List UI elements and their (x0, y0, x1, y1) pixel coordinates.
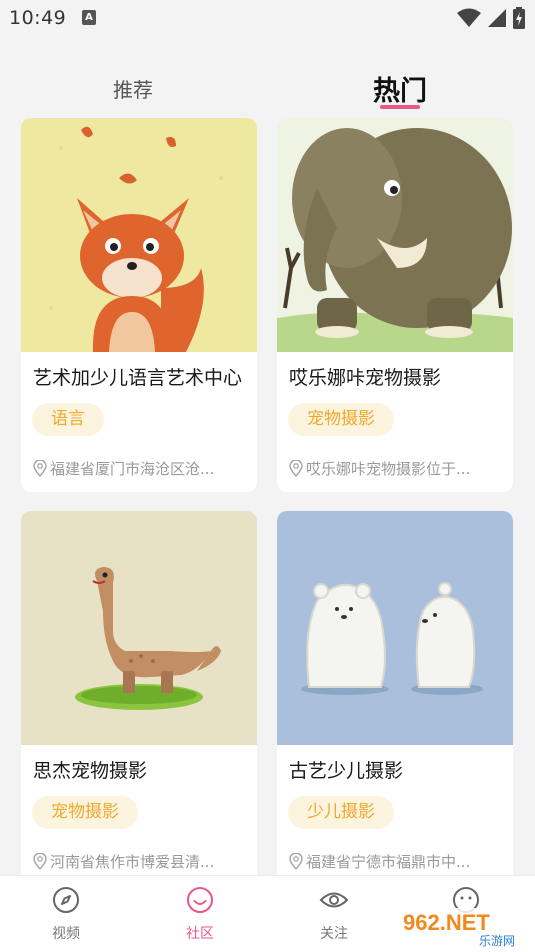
compass-icon (53, 887, 79, 913)
location-pin-icon (289, 853, 303, 870)
card-tag: 宠物摄影 (32, 796, 138, 829)
card-location: 福建省宁德市福鼎市中... (289, 851, 470, 872)
card[interactable]: 思杰宠物摄影 宠物摄影 河南省焦作市博爱县清... (21, 511, 257, 875)
card-title: 古艺少儿摄影 (289, 760, 404, 782)
eye-icon (319, 892, 349, 908)
status-bar: 10:49 A (0, 0, 535, 38)
elephant-illustration (277, 118, 513, 352)
card-location: 哎乐娜咔宠物摄影位于... (289, 458, 470, 479)
nav-label: 视频 (52, 926, 80, 942)
polar-bears-illustration (277, 511, 513, 745)
location-pin-icon (289, 460, 303, 477)
card-location: 河南省焦作市博爱县清... (33, 851, 214, 872)
location-pin-icon (33, 853, 47, 870)
card-tag: 语言 (32, 403, 104, 436)
nav-community[interactable]: 社区 (160, 886, 240, 943)
fox-illustration (21, 118, 257, 352)
card-location-text: 福建省厦门市海沧区沧... (50, 460, 215, 478)
status-icons (457, 7, 525, 29)
nav-label: 关注 (320, 926, 348, 942)
status-time: 10:49 (9, 7, 67, 29)
wifi-icon (457, 8, 481, 27)
card-tag: 少儿摄影 (288, 796, 394, 829)
card[interactable]: 古艺少儿摄影 少儿摄影 福建省宁德市福鼎市中... (277, 511, 513, 875)
notification-icon: A (82, 10, 96, 25)
active-tab-indicator (380, 105, 420, 109)
card-title: 艺术加少儿语言艺术中心 (33, 367, 243, 389)
site-watermark-logo: 962.NET 乐游网 (399, 908, 531, 948)
tab-recommend[interactable]: 推荐 (113, 74, 153, 103)
card-location: 福建省厦门市海沧区沧... (33, 458, 214, 479)
card-title: 思杰宠物摄影 (33, 760, 148, 782)
card-tag: 宠物摄影 (288, 403, 394, 436)
card[interactable]: 艺术加少儿语言艺术中心 语言 福建省厦门市海沧区沧... (21, 118, 257, 492)
top-tab-bar: 推荐 热门 (0, 38, 535, 118)
card-feed[interactable]: 艺术加少儿语言艺术中心 语言 福建省厦门市海沧区沧... 哎乐娜咔宠物摄影 宠物… (0, 118, 535, 875)
dinosaur-illustration (21, 511, 257, 745)
card-location-text: 河南省焦作市博爱县清... (50, 853, 215, 871)
card-location-text: 福建省宁德市福鼎市中... (306, 853, 471, 871)
tab-hot[interactable]: 热门 (373, 69, 427, 108)
battery-icon (513, 7, 525, 29)
card[interactable]: 哎乐娜咔宠物摄影 宠物摄影 哎乐娜咔宠物摄影位于... (277, 118, 513, 492)
card-title: 哎乐娜咔宠物摄影 (289, 367, 442, 389)
card-location-text: 哎乐娜咔宠物摄影位于... (306, 460, 471, 478)
location-pin-icon (33, 460, 47, 477)
smile-icon (187, 887, 213, 913)
watermark-subtext: 乐游网 (479, 934, 515, 948)
nav-label: 社区 (186, 926, 214, 942)
nav-follow[interactable]: 关注 (294, 886, 374, 943)
signal-icon (488, 9, 506, 27)
watermark-text: 962.NET (403, 910, 490, 935)
nav-video[interactable]: 视频 (26, 886, 106, 943)
